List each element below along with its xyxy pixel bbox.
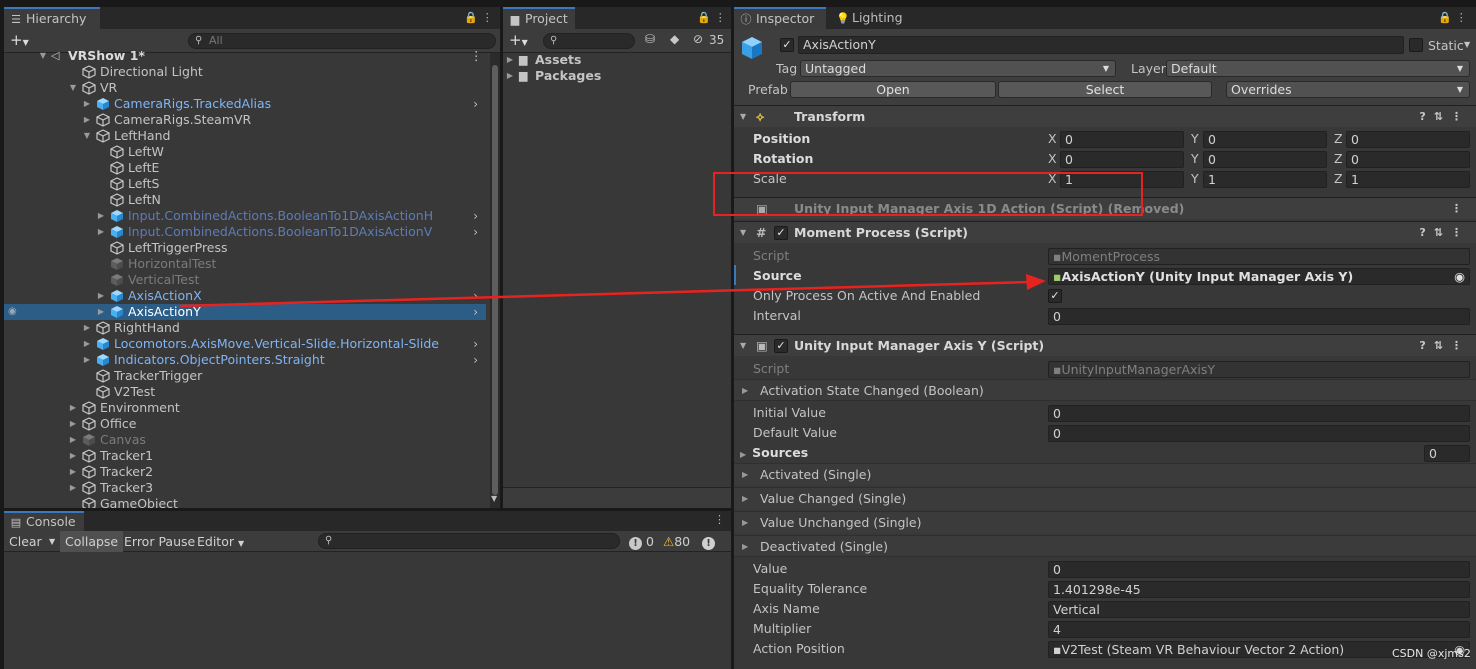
annotation-arrow [179, 274, 1046, 308]
watermark: CSDN @xjms2 [1392, 647, 1471, 660]
